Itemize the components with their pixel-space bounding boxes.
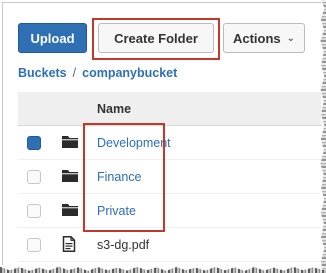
table-row-development[interactable]: Development (18, 126, 321, 160)
row-checkbox[interactable] (27, 203, 41, 218)
folder-icon (62, 204, 78, 216)
folder-icon (62, 136, 78, 148)
upload-button-label: Upload (30, 30, 75, 46)
row-checkbox[interactable] (27, 169, 41, 184)
actions-button-label: Actions (232, 30, 281, 46)
file-icon (62, 236, 76, 252)
folder-link-finance[interactable]: Finance (97, 170, 141, 184)
row-checkbox[interactable] (27, 237, 41, 252)
row-checkbox[interactable] (27, 135, 41, 150)
s3-console-panel: Upload Create Folder Actions ⌄ Buckets /… (2, 2, 321, 265)
breadcrumb-buckets-link[interactable]: Buckets (18, 66, 67, 80)
breadcrumb-bucket-link[interactable]: companybucket (82, 66, 177, 80)
torn-edge-bottom (0, 266, 326, 273)
object-table: Name Development Finance Private s3-dg.p… (18, 92, 321, 262)
table-row-s3-dg-pdf[interactable]: s3-dg.pdf (18, 228, 321, 262)
table-row-finance[interactable]: Finance (18, 160, 321, 194)
name-column-header[interactable]: Name (97, 102, 131, 116)
table-header: Name (18, 92, 321, 126)
create-folder-button-label: Create Folder (114, 30, 198, 46)
folder-link-development[interactable]: Development (97, 136, 171, 150)
file-link-s3-dg-pdf[interactable]: s3-dg.pdf (97, 238, 149, 252)
table-row-private[interactable]: Private (18, 194, 321, 228)
create-folder-button[interactable]: Create Folder (98, 23, 214, 53)
breadcrumb: Buckets / companybucket (18, 66, 177, 80)
actions-dropdown-button[interactable]: Actions ⌄ (223, 23, 305, 53)
upload-button[interactable]: Upload (18, 23, 87, 53)
breadcrumb-separator: / (72, 66, 77, 80)
folder-icon (62, 170, 78, 182)
chevron-down-icon: ⌄ (286, 32, 296, 44)
folder-link-private[interactable]: Private (97, 204, 136, 218)
